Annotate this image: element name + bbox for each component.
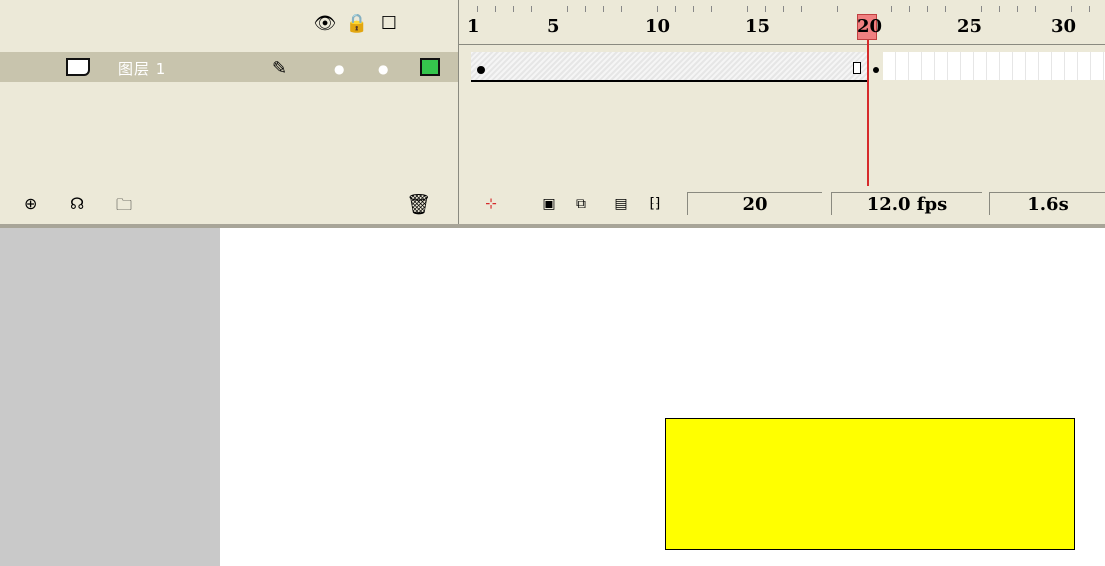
start-keyframe[interactable] — [477, 66, 485, 74]
lock-dot-icon[interactable]: ● — [378, 62, 388, 76]
end-frame-marker[interactable] — [853, 62, 861, 74]
ruler-label-15: 15 — [745, 16, 771, 37]
current-keyframe[interactable] — [867, 60, 881, 80]
layer-doc-icon — [66, 58, 90, 76]
frame-rate-field: 12.0 fps — [831, 192, 982, 215]
playhead-line — [867, 40, 869, 186]
ruler-label-5: 5 — [547, 16, 560, 37]
add-motion-guide-icon[interactable]: ☊ — [70, 194, 84, 213]
elapsed-time-field: 1.6s — [989, 192, 1105, 215]
edit-multiple-frames-icon[interactable]: ▤ — [609, 194, 633, 214]
offstage-area — [0, 228, 220, 566]
current-frame-field: 20 — [687, 192, 822, 215]
yellow-rectangle[interactable] — [665, 418, 1075, 550]
layer-header-icons: 👁 🔒 ☐ — [314, 10, 400, 36]
ruler-label-25: 25 — [957, 16, 983, 37]
onion-skin-outlines-icon[interactable]: ⧉ — [569, 194, 593, 214]
ruler-label-10: 10 — [645, 16, 671, 37]
insert-layer-icon[interactable]: ⊕ — [24, 194, 37, 213]
delete-layer-icon[interactable]: 🗑 — [406, 192, 431, 216]
modify-onion-markers-icon[interactable]: ⁅⁆ — [643, 194, 667, 214]
timeline-footer: ⊹ ▣ ⧉ ▤ ⁅⁆ 20 12.0 fps 1.6s — [459, 186, 1105, 222]
insert-folder-icon[interactable]: 🗀 — [116, 194, 132, 221]
layers-panel: 👁 🔒 ☐ 图层 1 ✎ ● ● ⊕ ☊ 🗀 🗑 — [0, 0, 459, 224]
layer-footer: ⊕ ☊ 🗀 🗑 — [0, 188, 458, 222]
center-frame-icon[interactable]: ⊹ — [479, 194, 503, 214]
pencil-icon: ✎ — [272, 58, 288, 79]
frame-ruler[interactable]: 1 5 10 15 20 25 30 — [459, 0, 1105, 45]
eye-icon[interactable]: 👁 — [314, 12, 337, 34]
outline-icon[interactable]: ☐ — [378, 12, 400, 34]
layer-row[interactable]: 图层 1 ✎ ● ● — [0, 52, 458, 82]
outline-color-box[interactable] — [420, 58, 440, 76]
onion-skin-icon[interactable]: ▣ — [537, 194, 561, 214]
empty-frames[interactable] — [883, 52, 1105, 80]
ruler-label-1: 1 — [467, 16, 480, 37]
visibility-dot-icon[interactable]: ● — [334, 62, 344, 76]
ruler-label-20: 20 — [857, 16, 883, 37]
tween-span[interactable] — [471, 52, 867, 82]
lock-icon[interactable]: 🔒 — [346, 12, 368, 34]
layer-name[interactable]: 图层 1 — [118, 58, 166, 79]
stage-area — [0, 228, 1105, 566]
frames-row[interactable] — [471, 52, 1105, 82]
ruler-label-30: 30 — [1051, 16, 1077, 37]
timeline-panel: 1 5 10 15 20 25 30 ⊹ ▣ ⧉ ▤ ⁅⁆ 20 12.0 fp… — [459, 0, 1105, 224]
